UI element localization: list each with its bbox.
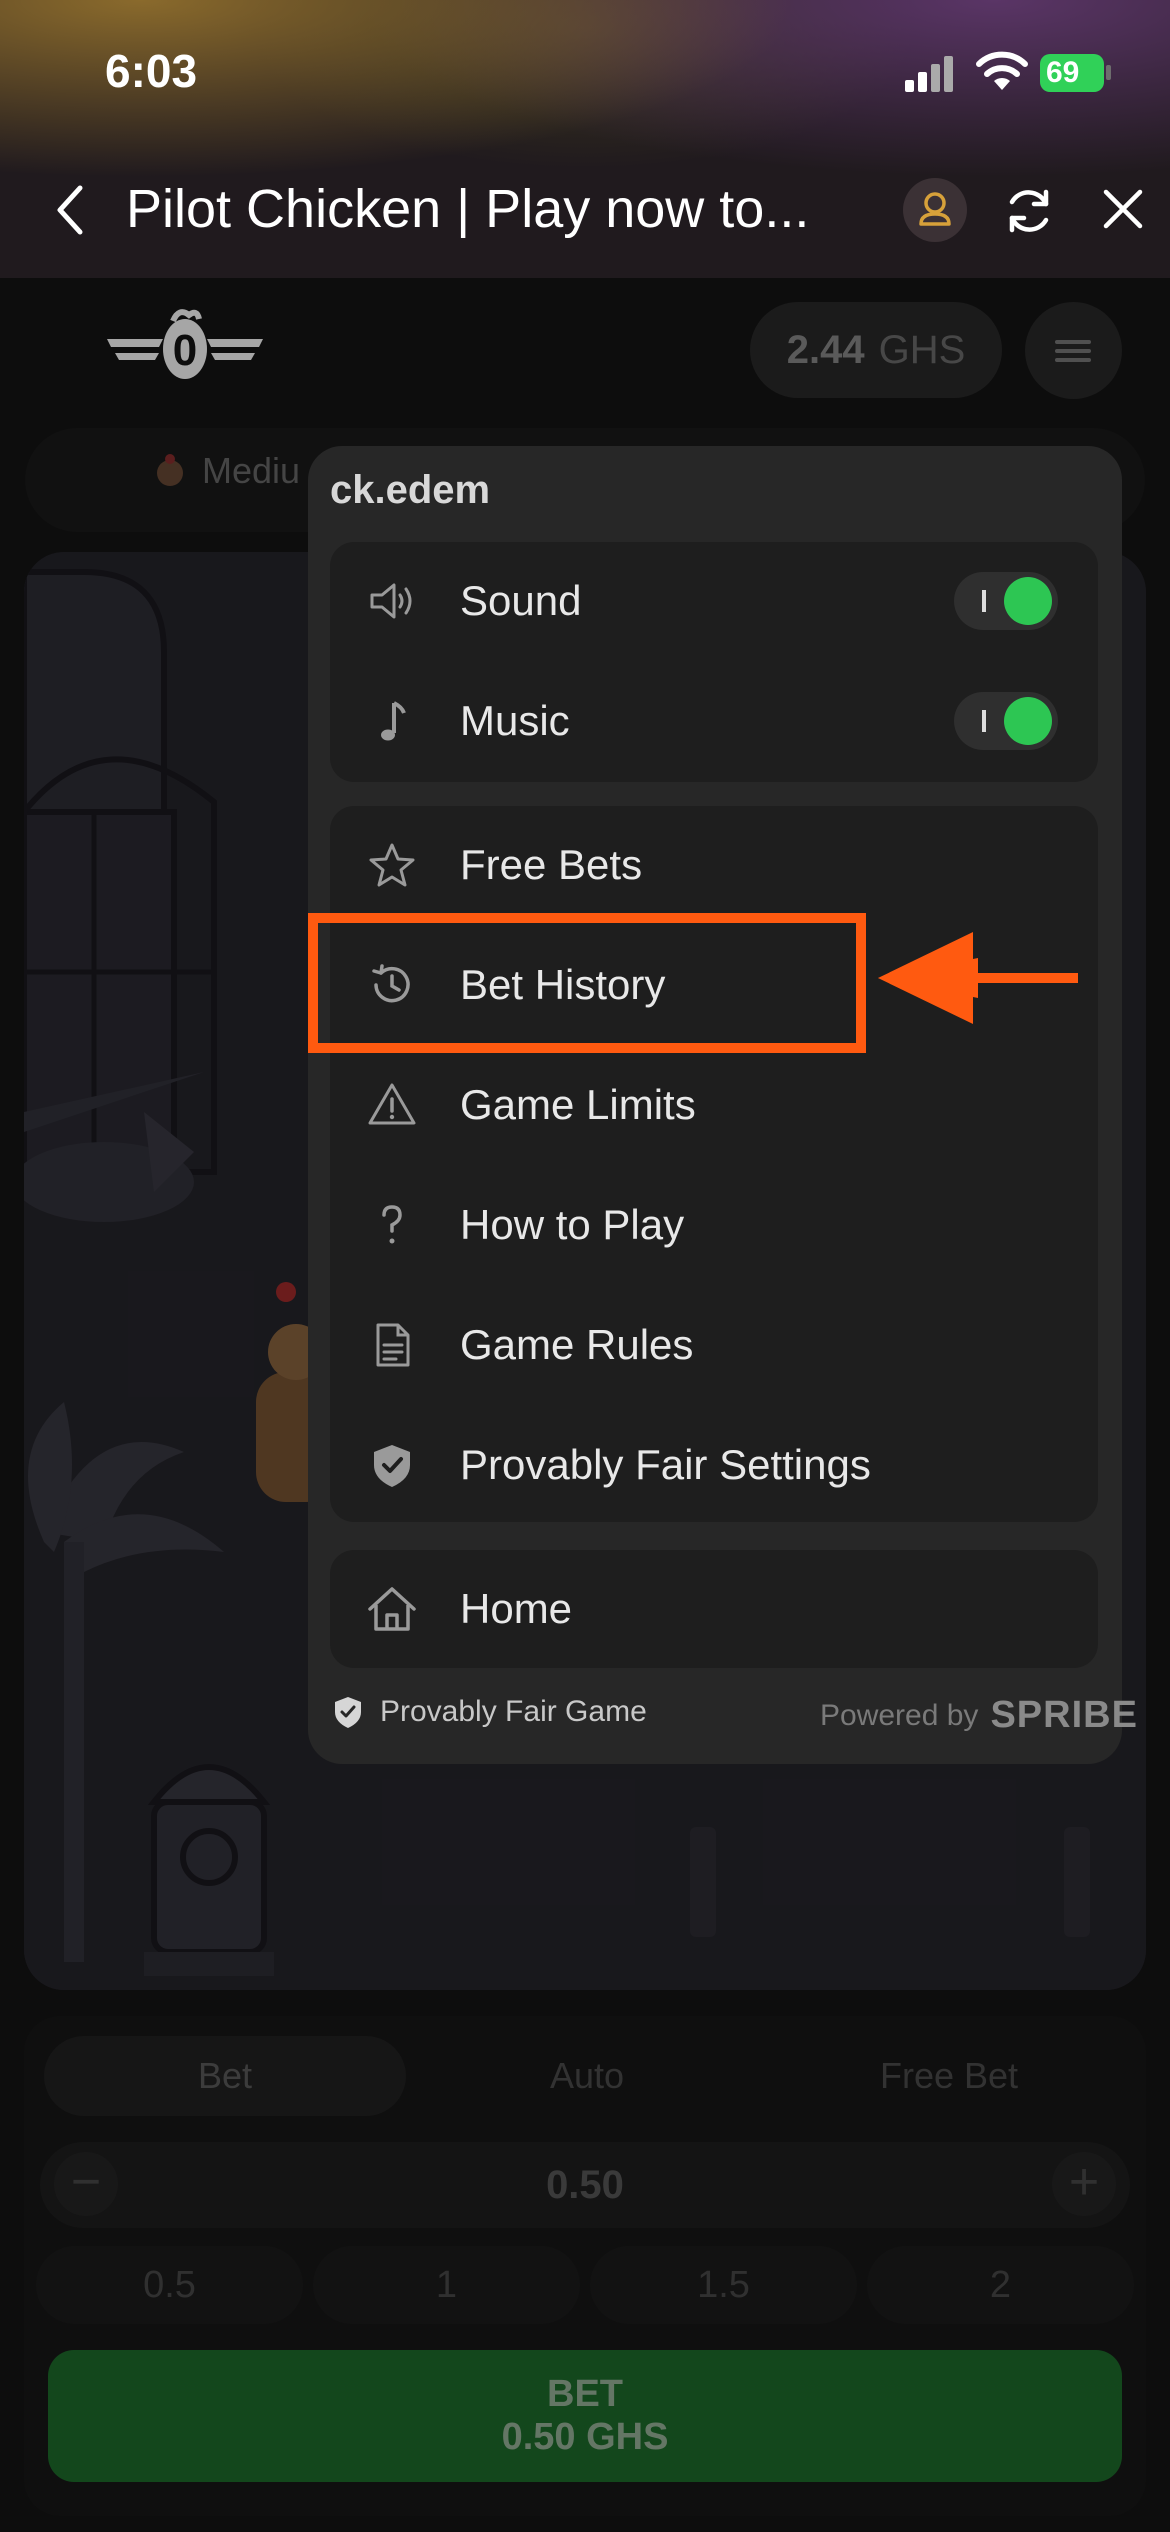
status-time: 6:03 [105, 45, 198, 97]
speaker-icon [364, 573, 420, 629]
cellular-signal-icon [905, 52, 955, 92]
question-icon [364, 1197, 420, 1253]
page-title: Pilot Chicken | Play now to... [126, 179, 810, 239]
menu-item-provably-fair-settings[interactable]: Provably Fair Settings [330, 1406, 1098, 1524]
menu-item-game-rules[interactable]: Game Rules [330, 1286, 1098, 1404]
how-to-play-label: How to Play [460, 1201, 685, 1248]
warning-icon [364, 1077, 420, 1133]
menu-item-how-to-play[interactable]: How to Play [330, 1166, 1098, 1284]
game-limits-label: Game Limits [460, 1081, 696, 1128]
highlight-box [308, 913, 866, 1053]
provably-fair-settings-label: Provably Fair Settings [460, 1441, 871, 1488]
reload-icon[interactable] [1000, 182, 1058, 240]
game-rules-label: Game Rules [460, 1321, 694, 1368]
sound-label: Sound [460, 577, 582, 624]
shield-check-icon [335, 1697, 361, 1728]
spribe-logo: SPRIBE [990, 1694, 1138, 1736]
battery-tip [1106, 65, 1111, 80]
battery-indicator: 69 [1040, 54, 1104, 92]
pointer-arrow-icon [878, 932, 1078, 1024]
sound-setting[interactable]: Sound [330, 542, 1098, 660]
free-bets-label: Free Bets [460, 841, 643, 888]
menu-item-home[interactable]: Home [330, 1550, 1098, 1668]
back-icon[interactable] [50, 180, 90, 240]
sound-toggle[interactable] [954, 572, 1058, 630]
music-label: Music [460, 697, 570, 744]
document-icon [364, 1317, 420, 1373]
home-icon [364, 1581, 420, 1637]
home-label: Home [460, 1585, 573, 1632]
music-note-icon [364, 693, 420, 749]
star-icon [364, 837, 420, 893]
music-toggle[interactable] [954, 692, 1058, 750]
account-button[interactable] [903, 178, 967, 242]
user-icon [919, 192, 951, 226]
provably-fair-badge[interactable]: Provably Fair Game [330, 1694, 647, 1730]
shield-check-icon [364, 1437, 420, 1493]
menu-item-game-limits[interactable]: Game Limits [330, 1046, 1098, 1164]
menu-item-free-bets[interactable]: Free Bets [330, 806, 1098, 924]
wifi-icon [976, 51, 1028, 90]
provably-fair-text: Provably Fair Game [380, 1695, 647, 1728]
username: ck.edem [330, 468, 491, 512]
powered-by-text: Powered by [820, 1698, 979, 1732]
music-setting[interactable]: Music [330, 662, 1098, 780]
close-icon[interactable] [1100, 186, 1146, 232]
powered-by: Powered by SPRIBE [820, 1694, 1138, 1737]
